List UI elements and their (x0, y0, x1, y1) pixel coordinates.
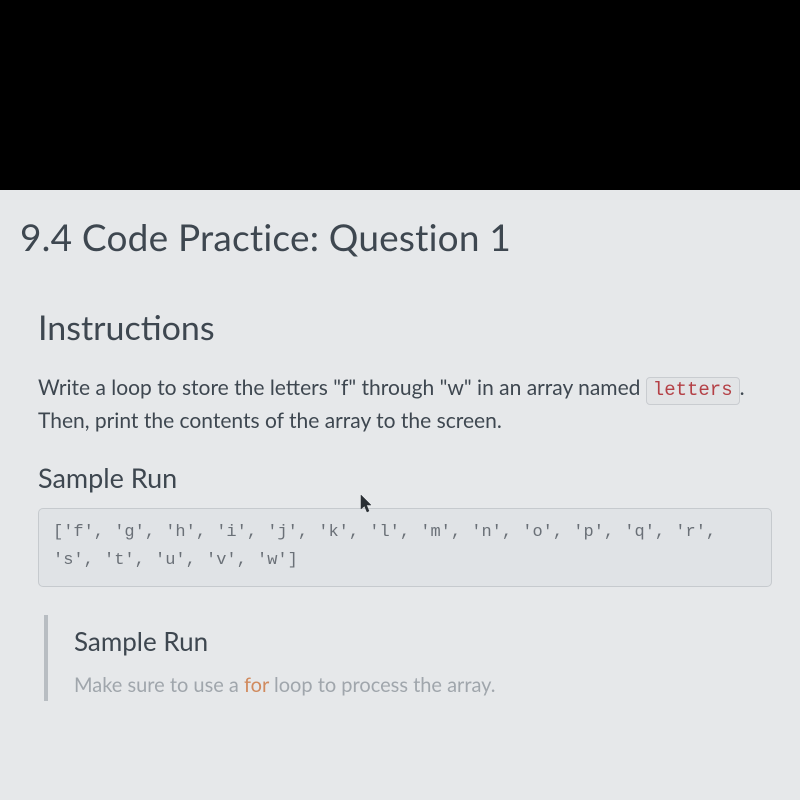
instructions-text-pre: Write a loop to store the letters "f" th… (38, 375, 646, 400)
code-token-letters: letters (646, 377, 740, 405)
keyword-for: for (244, 673, 269, 697)
instructions-body: Write a loop to store the letters "f" th… (38, 372, 772, 437)
hint-text-post: loop to process the array. (269, 673, 496, 697)
page-title: 9.4 Code Practice: Question 1 (20, 214, 772, 259)
hint-heading: Sample Run (74, 625, 772, 657)
hint-body: Make sure to use a for loop to process t… (74, 673, 772, 697)
instructions-heading: Instructions (38, 307, 772, 348)
hint-block: Sample Run Make sure to use a for loop t… (44, 615, 772, 701)
sample-output-box: ['f', 'g', 'h', 'i', 'j', 'k', 'l', 'm',… (38, 508, 772, 586)
instructions-section: Instructions Write a loop to store the l… (20, 307, 772, 701)
hint-text-pre: Make sure to use a (74, 673, 244, 697)
sample-run-heading: Sample Run (38, 461, 772, 494)
document-page: 9.4 Code Practice: Question 1 Instructio… (0, 190, 800, 800)
